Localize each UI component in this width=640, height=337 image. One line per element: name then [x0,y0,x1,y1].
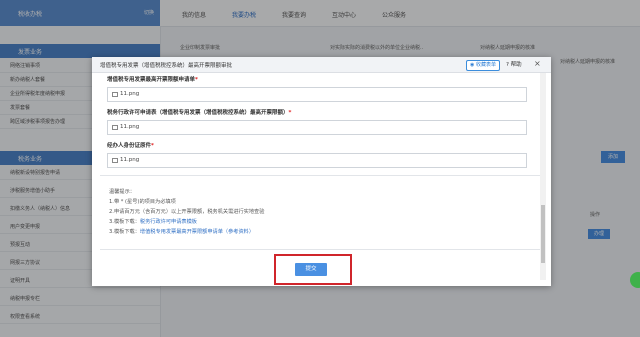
upload-field-id-card[interactable]: 11.png [107,153,527,168]
favorite-form-button[interactable]: ◉ 收藏表单 [466,60,500,71]
field-label-limit-form: 增值税专用发票最高开票限额申请单* [107,77,198,83]
file-name: 11.png [120,124,140,130]
dialog-scrollbar[interactable] [540,73,546,280]
dialog-body: 增值税专用发票最高开票限额申请单* 11.png 税务行政许可申请表（增值税专用… [100,73,540,283]
field-label-id-card: 经办人身份证原件* [107,143,154,149]
dialog-header: 增值税专用发票（增值税税控系统）最高开票限额审批 ◉ 收藏表单 ? 帮助 × [92,57,551,73]
help-icon: ? [506,62,509,68]
tips-title: 温馨提示： [109,189,135,195]
float-help-icon[interactable] [630,272,640,288]
dialog-title: 增值税专用发票（增值税税控系统）最高开票限额审批 [100,63,233,69]
approval-dialog: 增值税专用发票（增值税税控系统）最高开票限额审批 ◉ 收藏表单 ? 帮助 × 增… [92,57,551,286]
tips-line: 3.模板下载：税务行政许可申请表模板 [109,219,197,225]
tips-line: 3.模板下载：增值税专用发票最高开票限额申请单（参考资料） [109,229,255,235]
field-label-permit-application: 税务行政许可申请表（增值税专用发票（增值税税控系统）最高开票限额）* [107,110,292,116]
tips-panel: 温馨提示： 1.带 * (星号)的项目为必填项 2.申请百万元（含百万元）以上开… [109,187,264,237]
help-link[interactable]: ? 帮助 [506,60,522,68]
submit-button[interactable]: 提交 [295,263,327,276]
upload-field-limit-form[interactable]: 11.png [107,87,527,102]
tips-line: 1.带 * (星号)的项目为必填项 [109,199,176,205]
divider [100,249,540,250]
image-file-icon [112,125,118,130]
divider [100,175,540,176]
tips-line: 2.申请百万元（含百万元）以上开票限额，税务机关需进行实地查验 [109,209,265,215]
file-name: 11.png [120,157,140,163]
scrollbar-thumb[interactable] [541,205,545,263]
template-download-link[interactable]: 增值税专用发票最高开票限额申请单（参考资料） [140,229,254,235]
template-download-link[interactable]: 税务行政许可申请表模板 [140,219,197,225]
file-name: 11.png [120,91,140,97]
close-icon[interactable]: × [534,59,541,68]
image-file-icon [112,158,118,163]
upload-field-permit-application[interactable]: 11.png [107,120,527,135]
image-file-icon [112,92,118,97]
